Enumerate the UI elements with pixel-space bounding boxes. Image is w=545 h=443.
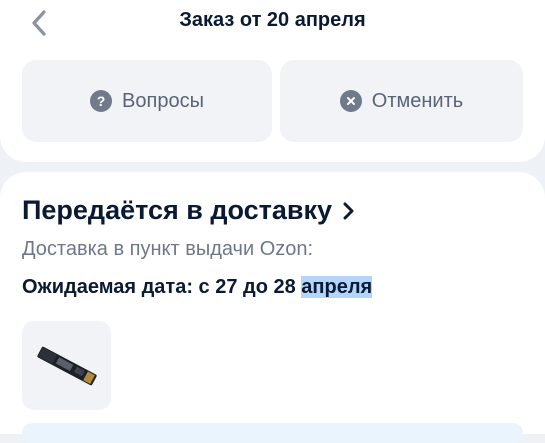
- questions-button[interactable]: ? Вопросы: [22, 60, 272, 142]
- order-header-card: Заказ от 20 апреля ? Вопросы Отменить: [0, 0, 545, 162]
- info-banner: [22, 423, 523, 443]
- page-title: Заказ от 20 апреля: [179, 9, 366, 31]
- close-circle-icon: [339, 90, 362, 112]
- cancel-button-label: Отменить: [371, 89, 464, 112]
- shipment-status-link[interactable]: Передаётся в доставку: [22, 195, 354, 226]
- ssd-drive-icon: [36, 346, 97, 385]
- expected-date-text: Ожидаемая дата: с 27 до 28: [22, 276, 302, 298]
- cancel-button[interactable]: Отменить: [280, 60, 523, 142]
- delivery-type: Доставка в пункт выдачи Ozon:: [22, 238, 314, 260]
- product-thumbnail[interactable]: [22, 321, 111, 410]
- question-circle-icon: ?: [90, 90, 113, 112]
- chevron-right-icon: [343, 202, 354, 219]
- shipment-status: Передаётся в доставку: [22, 195, 332, 225]
- questions-button-label: Вопросы: [122, 89, 204, 112]
- expected-date: Ожидаемая дата: с 27 до 28 апреля: [22, 276, 373, 299]
- expected-date-month: апреля: [301, 276, 373, 298]
